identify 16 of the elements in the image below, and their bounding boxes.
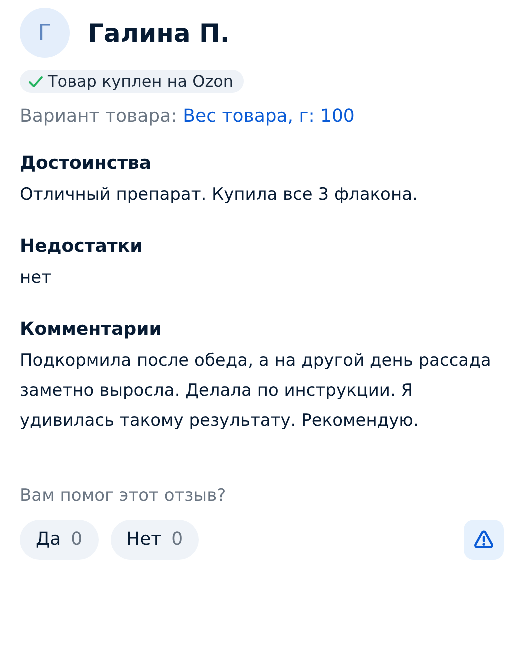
section-text: нет (20, 266, 52, 290)
section-heading: Достоинства (20, 152, 153, 174)
variant-link[interactable]: Вес товара, г: 100 (183, 106, 355, 126)
section-heading: Недостатки (20, 236, 144, 256)
vote-button[interactable]: Нет 0 (110, 520, 200, 560)
variant-label: Вариант товара: (20, 106, 178, 126)
section-heading: Комментарии (20, 318, 163, 340)
avatar: Г (20, 8, 70, 58)
vote-button[interactable]: Да 0 (20, 520, 99, 560)
section-text: Отличный препарат. Купила все 3 флакона. (20, 184, 419, 206)
helpful-question: Вам помог этот отзыв? (20, 486, 228, 506)
section-text: Подкормила после обеда, а на другой день рассада заметно выросла. Делала по инструкции. Я удивилась такому результату. Рекомендую. (20, 350, 492, 432)
author-name: Галина П. (88, 18, 230, 48)
badge-text: Товар куплен на Ozon (48, 72, 234, 91)
warning-icon (473, 528, 495, 550)
report-button[interactable] (464, 520, 504, 560)
